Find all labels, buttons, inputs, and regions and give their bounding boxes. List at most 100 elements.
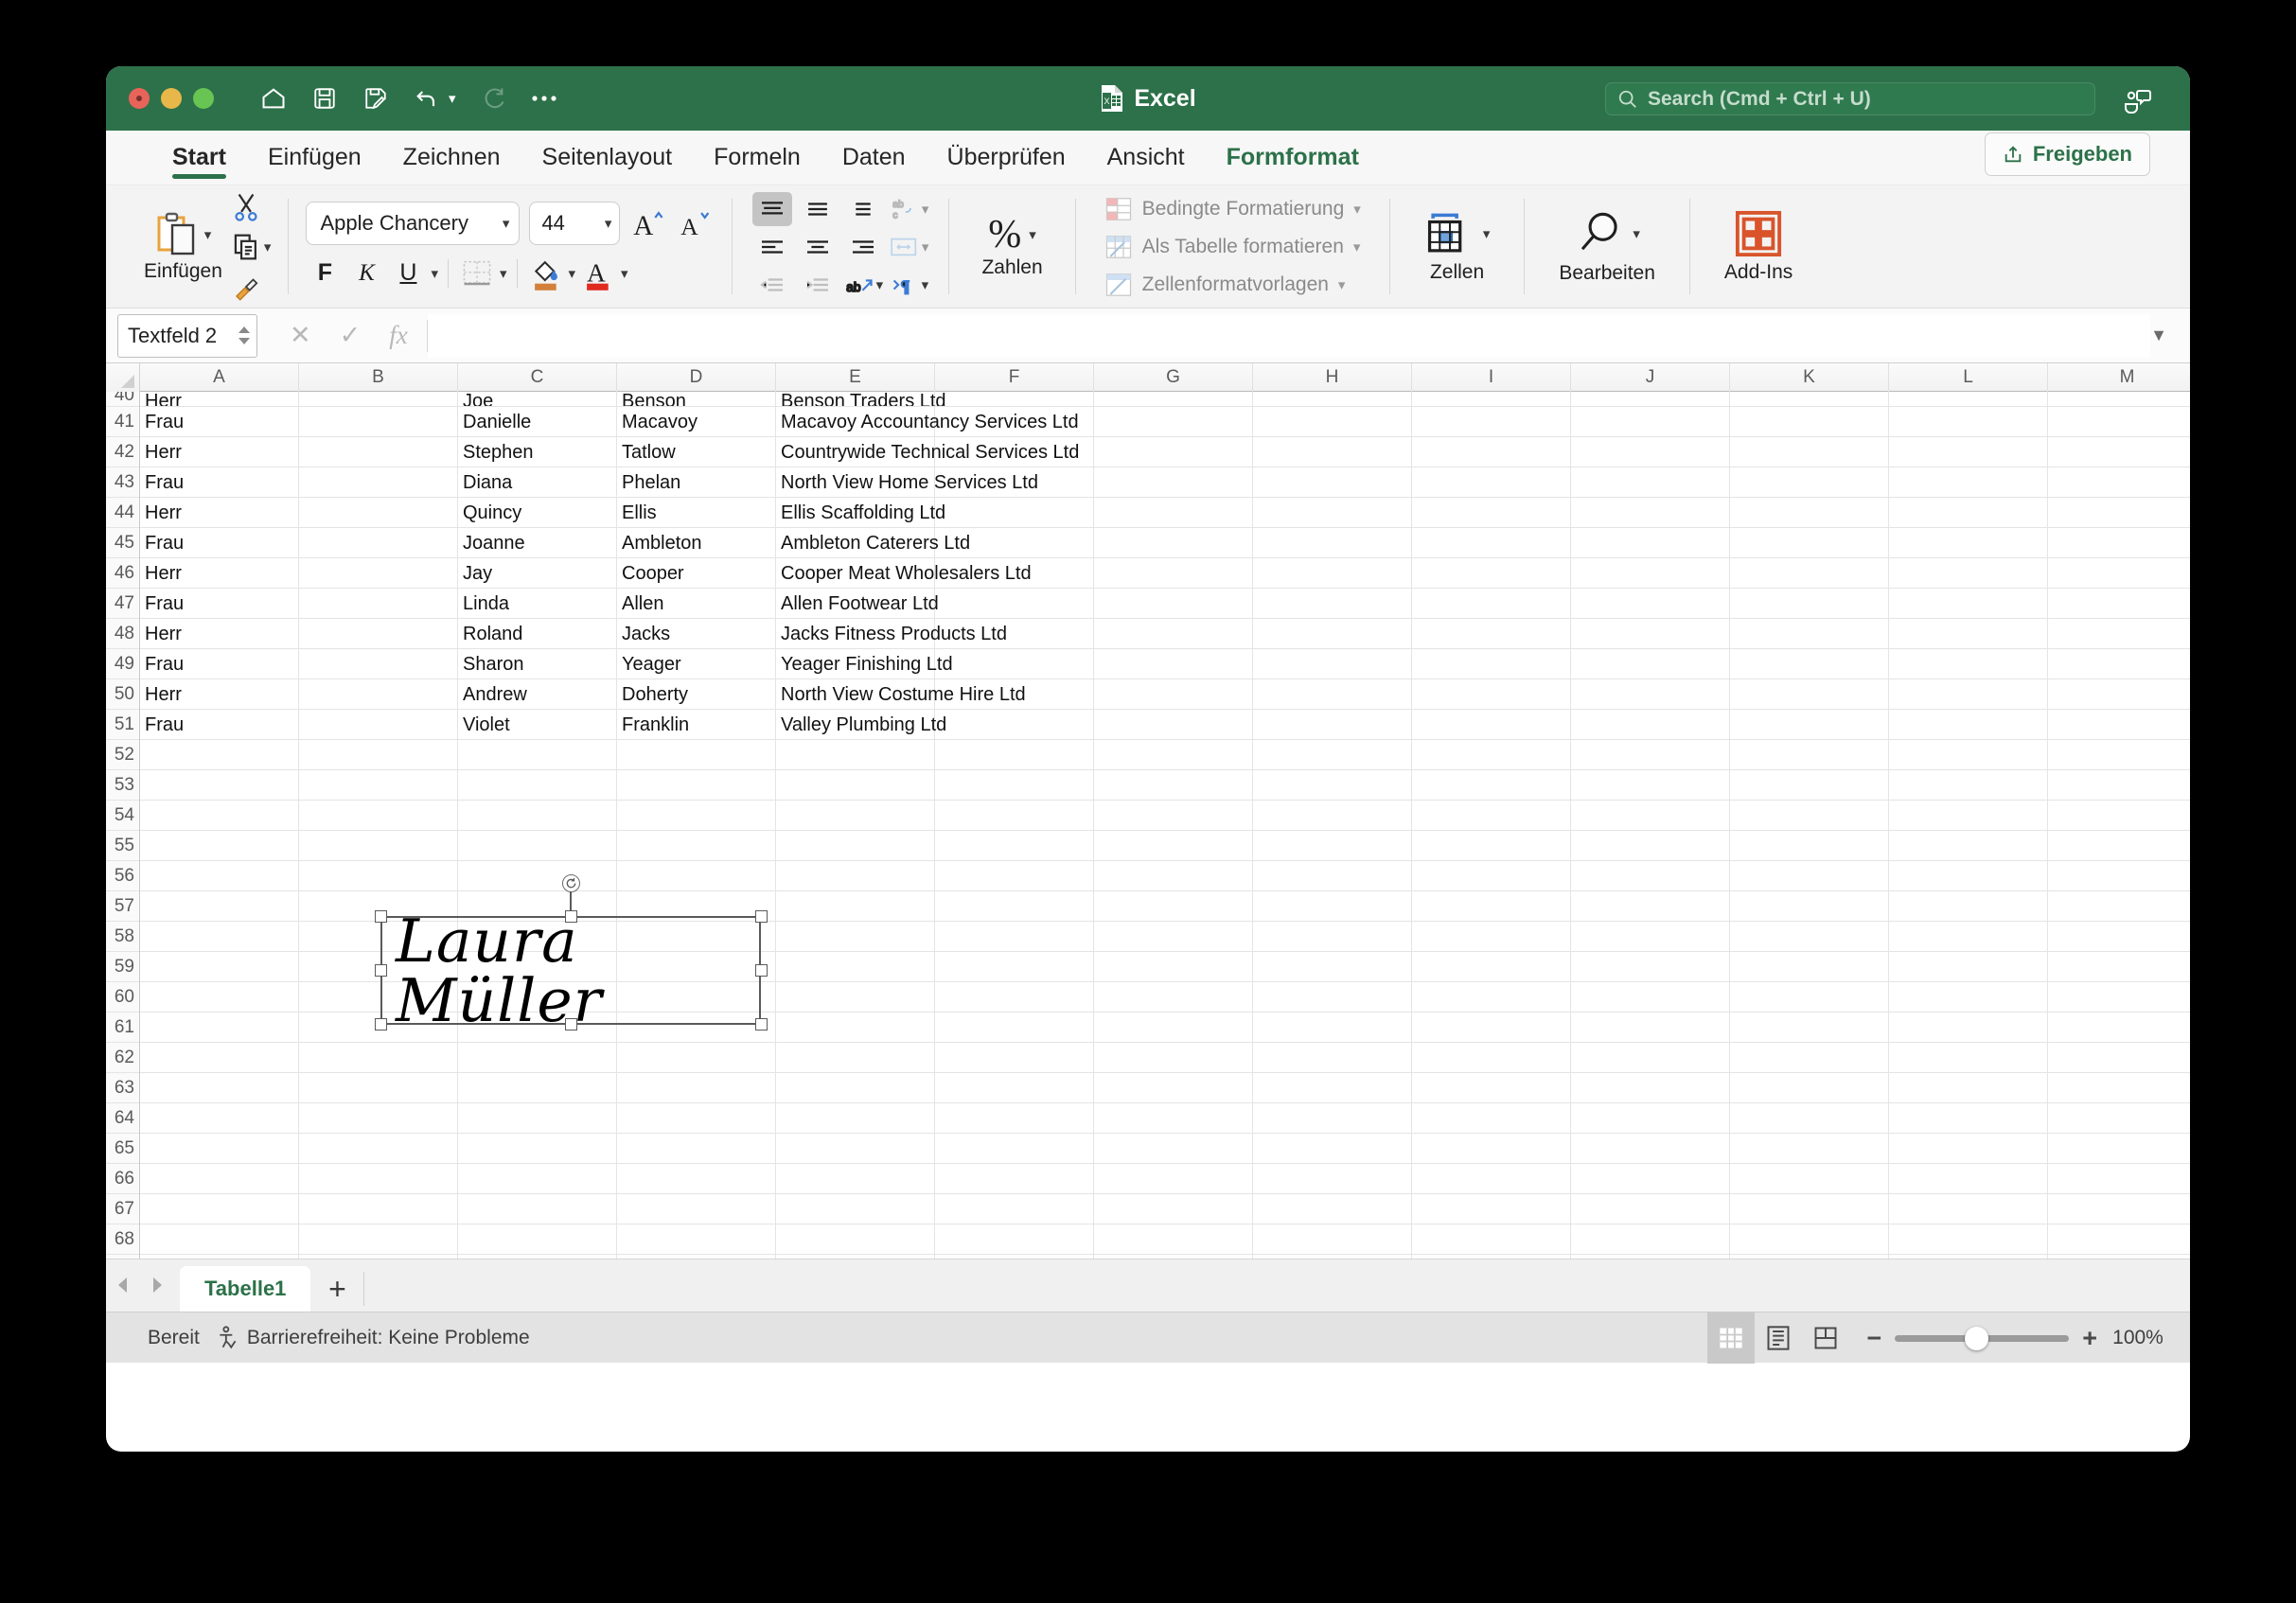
cell-H41[interactable] xyxy=(1253,407,1412,437)
cell-A50[interactable]: Herr xyxy=(140,679,299,710)
cell-J62[interactable] xyxy=(1571,1043,1730,1073)
cell-A67[interactable] xyxy=(140,1194,299,1224)
name-box-stepper[interactable] xyxy=(238,326,251,345)
cell-C64[interactable] xyxy=(458,1103,617,1134)
cell-M54[interactable] xyxy=(2048,801,2190,831)
cell-C42[interactable]: Stephen xyxy=(458,437,617,467)
cell-K53[interactable] xyxy=(1730,770,1889,801)
cell-A42[interactable]: Herr xyxy=(140,437,299,467)
cell-G59[interactable] xyxy=(1094,952,1253,982)
editing-dropdown-icon[interactable]: ▾ xyxy=(1633,225,1640,242)
save-as-icon[interactable] xyxy=(362,84,390,113)
cell-E44[interactable]: Ellis Scaffolding Ltd xyxy=(776,498,945,528)
cell-A56[interactable] xyxy=(140,861,299,891)
search-input[interactable]: Search (Cmd + Ctrl + U) xyxy=(1605,82,2095,115)
cell-E43[interactable]: North View Home Services Ltd xyxy=(776,467,1038,498)
confirm-edit-button[interactable]: ✓ xyxy=(340,321,362,350)
cell-J42[interactable] xyxy=(1571,437,1730,467)
cell-E67[interactable] xyxy=(776,1194,935,1224)
cut-button[interactable] xyxy=(232,188,260,226)
cell-H60[interactable] xyxy=(1253,982,1412,1013)
cell-K63[interactable] xyxy=(1730,1073,1889,1103)
column-header-A[interactable]: A xyxy=(140,363,299,392)
cell-J49[interactable] xyxy=(1571,649,1730,679)
cell-C50[interactable]: Andrew xyxy=(458,679,617,710)
cell-A44[interactable]: Herr xyxy=(140,498,299,528)
chevron-down-icon[interactable]: ▾ xyxy=(1338,276,1346,293)
cell-I41[interactable] xyxy=(1412,407,1571,437)
cell-C44[interactable]: Quincy xyxy=(458,498,617,528)
cell-A66[interactable] xyxy=(140,1164,299,1194)
cell-G65[interactable] xyxy=(1094,1134,1253,1164)
cell-C67[interactable] xyxy=(458,1194,617,1224)
cell-B64[interactable] xyxy=(299,1103,458,1134)
row-header-58[interactable]: 58 xyxy=(106,922,139,952)
cell-H57[interactable] xyxy=(1253,891,1412,922)
cell-H50[interactable] xyxy=(1253,679,1412,710)
formula-input[interactable] xyxy=(427,313,2151,358)
cell-A69[interactable] xyxy=(140,1255,299,1259)
cell-E48[interactable]: Jacks Fitness Products Ltd xyxy=(776,619,1007,649)
cell-I47[interactable] xyxy=(1412,589,1571,619)
cell-K59[interactable] xyxy=(1730,952,1889,982)
column-header-M[interactable]: M xyxy=(2048,363,2190,392)
cell-A63[interactable] xyxy=(140,1073,299,1103)
cell-F46[interactable] xyxy=(935,558,1094,589)
cell-L66[interactable] xyxy=(1889,1164,2048,1194)
cell-K69[interactable] xyxy=(1730,1255,1889,1259)
insert-function-button[interactable]: fx xyxy=(389,321,408,350)
cell-G62[interactable] xyxy=(1094,1043,1253,1073)
cell-M62[interactable] xyxy=(2048,1043,2190,1073)
cell-I42[interactable] xyxy=(1412,437,1571,467)
cell-M55[interactable] xyxy=(2048,831,2190,861)
cell-E54[interactable] xyxy=(776,801,935,831)
cell-G51[interactable] xyxy=(1094,710,1253,740)
cell-D55[interactable] xyxy=(617,831,776,861)
cell-E42[interactable]: Countrywide Technical Services Ltd xyxy=(776,437,1079,467)
cell-L58[interactable] xyxy=(1889,922,2048,952)
cell-I54[interactable] xyxy=(1412,801,1571,831)
cell-J48[interactable] xyxy=(1571,619,1730,649)
cell-D69[interactable] xyxy=(617,1255,776,1259)
cell-C66[interactable] xyxy=(458,1164,617,1194)
cell-I43[interactable] xyxy=(1412,467,1571,498)
cell-M68[interactable] xyxy=(2048,1224,2190,1255)
cell-I52[interactable] xyxy=(1412,740,1571,770)
cell-K49[interactable] xyxy=(1730,649,1889,679)
cell-H40[interactable] xyxy=(1253,392,1412,406)
cell-E45[interactable]: Ambleton Caterers Ltd xyxy=(776,528,970,558)
tab-formformat[interactable]: Formformat xyxy=(1206,144,1380,185)
cell-A57[interactable] xyxy=(140,891,299,922)
cell-F52[interactable] xyxy=(935,740,1094,770)
cell-G46[interactable] xyxy=(1094,558,1253,589)
cell-F42[interactable] xyxy=(935,437,1094,467)
align-center-button[interactable] xyxy=(798,230,838,264)
merge-dropdown-icon[interactable]: ▾ xyxy=(922,238,929,255)
cell-M61[interactable] xyxy=(2048,1013,2190,1043)
resize-handle-n[interactable] xyxy=(565,910,577,923)
align-top-button[interactable] xyxy=(752,191,793,226)
formula-bar-expand-button[interactable]: ▼ xyxy=(2150,326,2167,345)
align-middle-button[interactable] xyxy=(798,192,838,226)
cell-A51[interactable]: Frau xyxy=(140,710,299,740)
cell-H58[interactable] xyxy=(1253,922,1412,952)
cell-F67[interactable] xyxy=(935,1194,1094,1224)
cell-M50[interactable] xyxy=(2048,679,2190,710)
cell-L45[interactable] xyxy=(1889,528,2048,558)
cell-G66[interactable] xyxy=(1094,1164,1253,1194)
cell-K42[interactable] xyxy=(1730,437,1889,467)
cell-I61[interactable] xyxy=(1412,1013,1571,1043)
cell-G55[interactable] xyxy=(1094,831,1253,861)
cell-I53[interactable] xyxy=(1412,770,1571,801)
cell-F54[interactable] xyxy=(935,801,1094,831)
cell-A55[interactable] xyxy=(140,831,299,861)
cell-G47[interactable] xyxy=(1094,589,1253,619)
cell-A59[interactable] xyxy=(140,952,299,982)
text-rotate-button[interactable]: ab ▾ xyxy=(843,268,883,302)
cell-F63[interactable] xyxy=(935,1073,1094,1103)
minimize-window-button[interactable] xyxy=(161,88,182,109)
cell-G56[interactable] xyxy=(1094,861,1253,891)
cell-F49[interactable] xyxy=(935,649,1094,679)
cell-I56[interactable] xyxy=(1412,861,1571,891)
cell-E59[interactable] xyxy=(776,952,935,982)
